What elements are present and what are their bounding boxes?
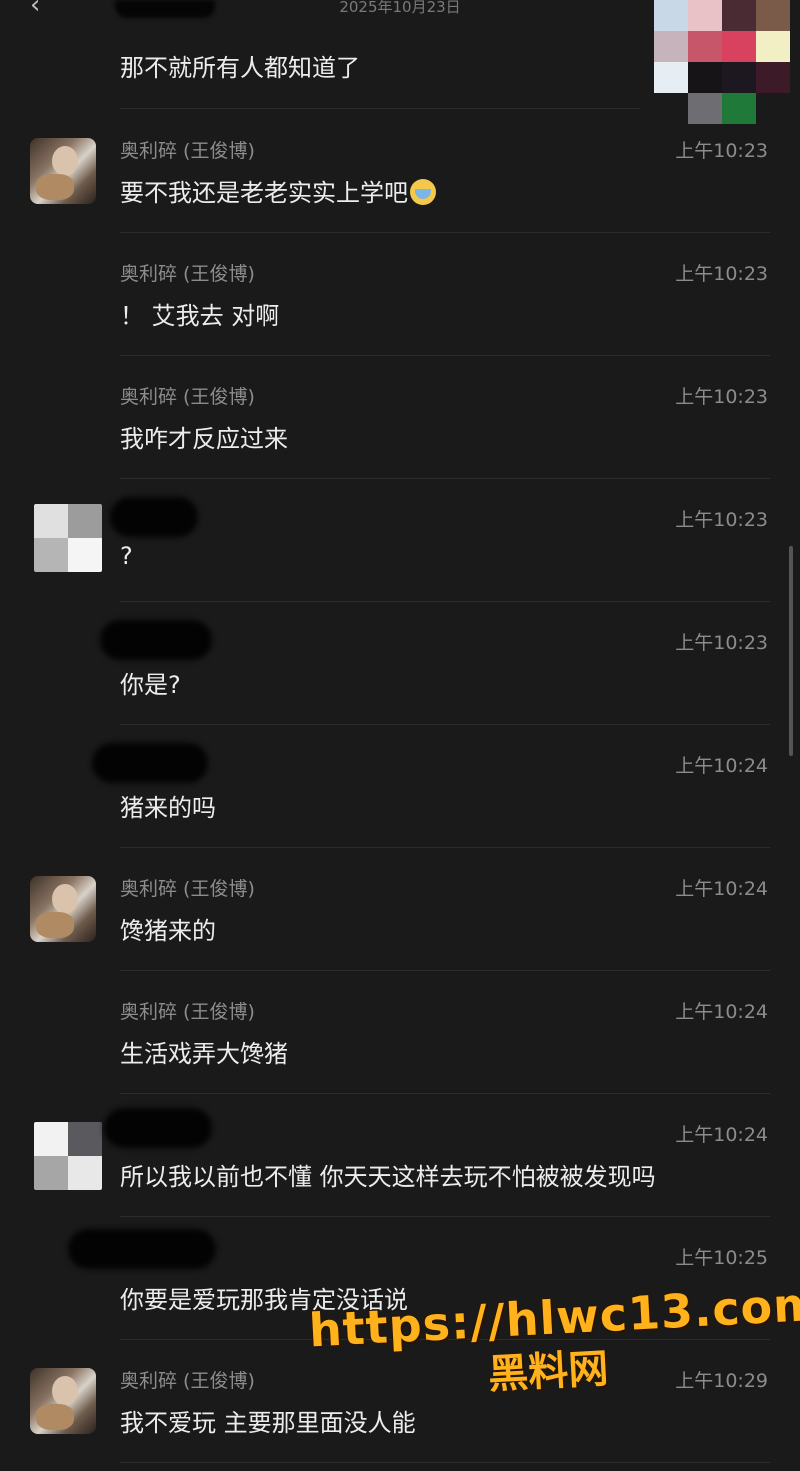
sender-name[interactable]: 奥利碎 (王俊博) xyxy=(120,874,255,901)
message-text: 我不爱玩 主要那里面没人能 xyxy=(120,1409,416,1437)
message-row: 奥利碎 (王俊博) 上午10:23 要不我还是老老实实上学吧 xyxy=(0,110,800,233)
avatar-face xyxy=(52,1376,78,1406)
message-text: 你是? xyxy=(120,671,181,699)
message-time: 上午10:24 xyxy=(675,755,768,777)
message-time: 上午10:23 xyxy=(675,632,768,654)
message-text-content: 要不我还是老老实实上学吧 xyxy=(120,179,408,207)
message-text: 馋猪来的 xyxy=(120,917,216,945)
message-row: 奥利碎 (王俊博) 上午10:24 馋猪来的 xyxy=(0,848,800,971)
crying-face-icon xyxy=(410,179,436,205)
message-text: 要不我还是老老实实上学吧 xyxy=(120,173,436,208)
scrollbar[interactable] xyxy=(789,546,793,756)
message-time: 上午10:24 xyxy=(675,878,768,900)
message-time: 上午10:25 xyxy=(675,1247,768,1269)
avatar-pixelated[interactable] xyxy=(34,1122,102,1190)
message-text: 生活戏弄大馋猪 xyxy=(120,1040,288,1068)
message-row: 上午10:23 ? xyxy=(0,479,800,602)
redacted-sender xyxy=(110,497,198,537)
message-row: 上午10:24 猪来的吗 xyxy=(0,725,800,848)
redacted-sender xyxy=(68,1229,216,1269)
sender-name[interactable]: 奥利碎 (王俊博) xyxy=(120,382,255,409)
divider xyxy=(120,1462,770,1463)
message-row: 那不就所有人都知道了 xyxy=(0,0,800,110)
avatar-pet xyxy=(36,174,74,200)
avatar-face xyxy=(52,146,78,176)
avatar[interactable] xyxy=(30,876,96,942)
message-time: 上午10:23 xyxy=(675,140,768,162)
divider xyxy=(120,108,640,109)
message-text: ? xyxy=(120,542,133,570)
message-text: ！ 艾我去 对啊 xyxy=(120,302,280,330)
message-time: 上午10:24 xyxy=(675,1001,768,1023)
message-time: 上午10:23 xyxy=(675,509,768,531)
message-time: 上午10:23 xyxy=(675,263,768,285)
sender-name[interactable]: 奥利碎 (王俊博) xyxy=(120,997,255,1024)
message-row: 上午10:23 你是? xyxy=(0,602,800,725)
message-row: 奥利碎 (王俊博) 上午10:24 生活戏弄大馋猪 xyxy=(0,971,800,1094)
avatar[interactable] xyxy=(30,1368,96,1434)
message-row: 奥利碎 (王俊博) 上午10:23 我咋才反应过来 xyxy=(0,356,800,479)
message-row: 上午10:24 所以我以前也不懂 你天天这样去玩不怕被被发现吗 xyxy=(0,1094,800,1217)
avatar-pet xyxy=(36,912,74,938)
message-time: 上午10:24 xyxy=(675,1124,768,1146)
message-text: 我咋才反应过来 xyxy=(120,425,288,453)
message-row: 奥利碎 (王俊博) 上午10:23 ！ 艾我去 对啊 xyxy=(0,233,800,356)
sender-name[interactable]: 奥利碎 (王俊博) xyxy=(120,1366,255,1393)
message-text: 猪来的吗 xyxy=(120,794,216,822)
sender-name[interactable]: 奥利碎 (王俊博) xyxy=(120,259,255,286)
redacted-sender xyxy=(92,743,208,783)
avatar-pet xyxy=(36,1404,74,1430)
avatar-pixelated[interactable] xyxy=(34,504,102,572)
message-text: 那不就所有人都知道了 xyxy=(120,54,360,82)
redacted-sender xyxy=(104,1108,212,1148)
sender-name[interactable]: 奥利碎 (王俊博) xyxy=(120,136,255,163)
message-text: 所以我以前也不懂 你天天这样去玩不怕被被发现吗 xyxy=(120,1163,656,1191)
avatar-face xyxy=(52,884,78,914)
avatar[interactable] xyxy=(30,138,96,204)
redacted-sender xyxy=(100,620,212,660)
message-time: 上午10:23 xyxy=(675,386,768,408)
